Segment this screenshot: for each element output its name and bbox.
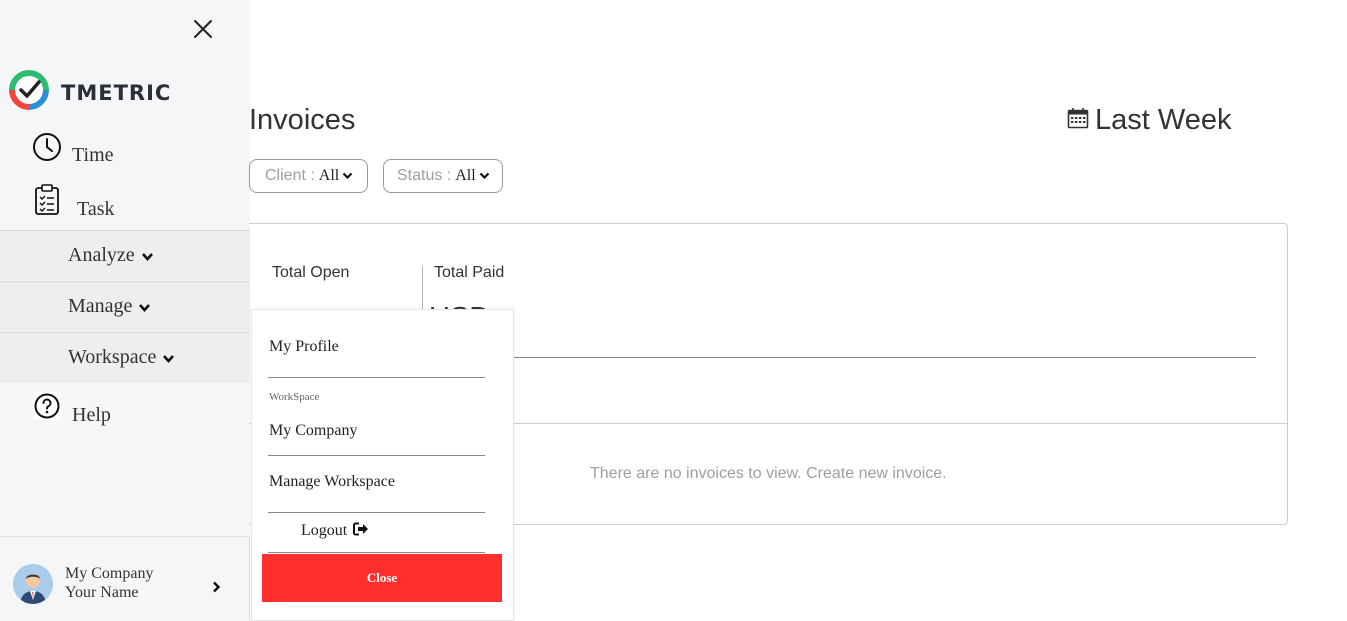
divider (268, 377, 485, 378)
sidebar-item-label: Time (72, 144, 114, 166)
empty-invoices-message[interactable]: There are no invoices to view. Create ne… (590, 465, 947, 483)
status-filter-label: Status : (397, 167, 452, 184)
sidebar-item-label: Help (72, 404, 111, 426)
status-filter[interactable]: Status : All (383, 159, 503, 193)
chevron-down-icon (342, 167, 353, 185)
user-company: My Company (65, 565, 154, 582)
client-filter[interactable]: Client : All (249, 159, 368, 193)
menu-section-heading: WorkSpace (269, 391, 320, 403)
brand-name: TMETRIC (61, 80, 172, 105)
sidebar-item-workspace[interactable]: Workspace (0, 332, 250, 383)
date-range-label: Last Week (1095, 104, 1232, 136)
sidebar-item-time[interactable]: Time (0, 132, 250, 174)
sidebar-item-label: Task (77, 198, 115, 220)
sidebar-group-label: Manage (68, 295, 151, 319)
menu-item-logout[interactable]: Logout (301, 522, 369, 541)
client-filter-value: All (318, 167, 340, 184)
divider (422, 266, 423, 310)
divider (268, 512, 485, 513)
sidebar-group-label: Workspace (68, 346, 175, 370)
divider (268, 552, 485, 553)
logout-label: Logout (301, 522, 348, 540)
sidebar-item-help[interactable]: Help (0, 392, 250, 434)
sidebar-item-label: Analyze (68, 244, 135, 266)
divider (268, 455, 485, 456)
sidebar: TMETRIC Time Task Analyze Manage Workspa… (0, 0, 250, 621)
chevron-down-icon (162, 347, 175, 370)
clipboard-icon (34, 184, 60, 222)
chevron-down-icon (479, 167, 490, 185)
close-menu-button[interactable]: Close (262, 554, 502, 602)
total-open-label: Total Open (272, 264, 350, 281)
sidebar-item-manage[interactable]: Manage (0, 281, 250, 331)
page-title: Invoices (249, 104, 356, 136)
chevron-down-icon (138, 296, 151, 319)
chevron-down-icon (141, 245, 154, 268)
chevron-right-icon (212, 580, 221, 598)
status-filter-value: All (455, 167, 476, 184)
user-name: Your Name (65, 584, 139, 601)
brand-logo[interactable]: TMETRIC (7, 68, 171, 117)
avatar (13, 564, 53, 604)
clock-icon (32, 132, 62, 168)
client-filter-label: Client : (265, 167, 315, 184)
question-circle-icon (33, 392, 61, 426)
date-range-picker[interactable]: Last Week (1067, 104, 1231, 137)
calendar-icon (1067, 104, 1095, 137)
tmetric-logo-icon (7, 68, 51, 117)
sidebar-item-label: Workspace (68, 346, 157, 368)
sidebar-item-analyze[interactable]: Analyze (0, 230, 250, 280)
sidebar-item-task[interactable]: Task (0, 184, 250, 226)
menu-item-my-profile[interactable]: My Profile (269, 338, 339, 356)
sign-out-icon (353, 522, 369, 541)
divider (429, 357, 1256, 358)
menu-item-manage-workspace[interactable]: Manage Workspace (269, 473, 395, 491)
menu-item-my-company[interactable]: My Company (269, 422, 357, 440)
sidebar-item-label: Manage (68, 295, 133, 317)
user-card[interactable]: My Company Your Name (0, 536, 250, 621)
user-menu: My Profile WorkSpace My Company Manage W… (251, 309, 514, 621)
total-paid-label: Total Paid (434, 264, 505, 281)
sidebar-group-label: Analyze (68, 244, 154, 268)
close-sidebar-icon[interactable] (192, 18, 214, 40)
